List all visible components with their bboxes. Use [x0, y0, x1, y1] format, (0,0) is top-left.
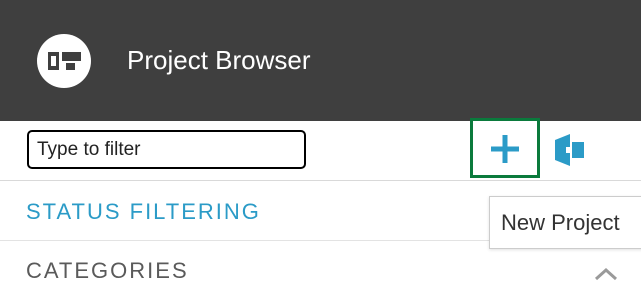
- new-project-button[interactable]: [470, 118, 540, 178]
- header-bar: Project Browser: [0, 0, 641, 121]
- import-project-icon: [555, 134, 584, 166]
- categories-label: CATEGORIES: [26, 258, 189, 283]
- import-project-button[interactable]: [551, 133, 587, 167]
- status-filtering-label: STATUS FILTERING: [26, 199, 261, 224]
- tooltip-text: New Project: [501, 210, 620, 235]
- chevron-up-icon[interactable]: [593, 266, 619, 282]
- app-title: Project Browser: [127, 45, 311, 75]
- filter-input[interactable]: [27, 130, 306, 169]
- project-browser-logo-icon: [37, 34, 91, 88]
- project-browser-panel: Project Browser STATUS FILTERING CATEGOR…: [0, 0, 641, 299]
- toolbar: [0, 118, 641, 181]
- new-project-tooltip: New Project: [489, 196, 641, 249]
- plus-icon: [491, 135, 519, 163]
- categories-section[interactable]: CATEGORIES: [0, 242, 641, 299]
